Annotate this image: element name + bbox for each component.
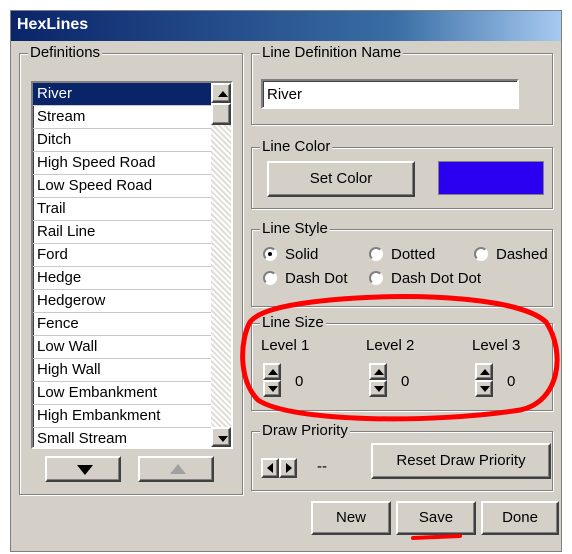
radio-circle <box>263 247 277 261</box>
list-item[interactable]: Fence <box>33 313 211 336</box>
list-item[interactable]: Trail <box>33 198 211 221</box>
level-2-label: Level 2 <box>366 337 415 354</box>
arrow-up-icon <box>374 369 384 375</box>
arrow-up-icon <box>218 91 228 97</box>
scroll-up-button[interactable] <box>211 83 231 103</box>
done-button[interactable]: Done <box>481 501 559 535</box>
level-1-value: 0 <box>295 373 304 390</box>
style-dotted-label: Dotted <box>391 246 436 263</box>
style-dashdotdot-label: Dash Dot Dot <box>391 270 482 287</box>
list-item[interactable]: Hedgerow <box>33 290 211 313</box>
list-item[interactable]: High Speed Road <box>33 152 211 175</box>
priority-legend: Draw Priority <box>260 422 350 440</box>
list-item[interactable]: Low Wall <box>33 336 211 359</box>
spin-down-button[interactable] <box>263 380 281 397</box>
triangle-down-icon <box>77 465 93 475</box>
radio-circle <box>474 247 488 261</box>
list-item[interactable]: Stream <box>33 106 211 129</box>
arrow-down-icon <box>268 386 278 392</box>
name-legend: Line Definition Name <box>260 44 404 62</box>
level-3-label: Level 3 <box>472 337 521 354</box>
arrow-up-icon <box>480 369 490 375</box>
color-legend: Line Color <box>260 138 333 156</box>
level-1-spinner[interactable] <box>263 363 281 397</box>
arrow-right-icon <box>286 463 292 473</box>
definitions-list[interactable]: River Stream Ditch High Speed Road Low Speed… <box>31 81 233 449</box>
size-legend: Line Size <box>260 314 326 332</box>
spin-up-button[interactable] <box>369 363 387 380</box>
radio-circle <box>369 247 383 261</box>
list-item[interactable]: Low Embankment <box>33 382 211 405</box>
reset-draw-priority-button[interactable]: Reset Draw Priority <box>371 443 551 479</box>
new-label: New <box>335 509 366 526</box>
title-bar[interactable]: HexLines <box>11 11 561 41</box>
save-button[interactable]: Save <box>396 501 476 535</box>
spin-down-button[interactable] <box>369 380 387 397</box>
definitions-list-items: River Stream Ditch High Speed Road Low Speed… <box>33 83 211 447</box>
list-item[interactable]: Hedge <box>33 267 211 290</box>
arrow-down-icon <box>480 386 490 392</box>
priority-right-button[interactable] <box>279 458 297 478</box>
list-item[interactable]: High Wall <box>33 359 211 382</box>
move-down-button[interactable] <box>45 456 121 482</box>
hexlines-window: HexLines Definitions River Stream Ditch Hig… <box>10 10 562 552</box>
scroll-down-button[interactable] <box>211 427 231 447</box>
spin-up-button[interactable] <box>475 363 493 380</box>
reset-draw-priority-label: Reset Draw Priority <box>396 452 526 469</box>
arrow-left-icon <box>267 463 273 473</box>
arrow-down-icon <box>374 386 384 392</box>
level-2-spinner[interactable] <box>369 363 387 397</box>
list-item[interactable]: High Embankment <box>33 405 211 428</box>
list-scrollbar[interactable] <box>211 83 231 447</box>
save-label: Save <box>418 509 454 526</box>
style-dashdot-label: Dash Dot <box>285 270 348 287</box>
move-up-button[interactable] <box>138 456 214 482</box>
done-label: Done <box>502 509 538 526</box>
priority-value: -- <box>317 458 327 475</box>
list-item[interactable]: Low Speed Road <box>33 175 211 198</box>
level-1-label: Level 1 <box>261 337 310 354</box>
list-item[interactable]: Small Stream <box>33 428 211 447</box>
style-group: Line Style <box>251 220 553 307</box>
line-name-input[interactable] <box>261 79 519 109</box>
spin-up-button[interactable] <box>263 363 281 380</box>
window-title: HexLines <box>17 16 89 33</box>
scroll-thumb[interactable] <box>211 103 231 125</box>
style-dashed-label: Dashed <box>496 246 548 263</box>
color-swatch <box>438 161 544 195</box>
level-3-value: 0 <box>507 373 516 390</box>
list-item[interactable]: Rail Line <box>33 221 211 244</box>
set-color-label: Set Color <box>309 170 373 187</box>
priority-left-button[interactable] <box>261 458 279 478</box>
arrow-up-icon <box>268 369 278 375</box>
list-item[interactable]: Ditch <box>33 129 211 152</box>
list-item[interactable]: Ford <box>33 244 211 267</box>
arrow-down-icon <box>218 436 228 442</box>
new-button[interactable]: New <box>311 501 391 535</box>
definitions-legend: Definitions <box>28 44 103 62</box>
set-color-button[interactable]: Set Color <box>267 161 415 197</box>
style-solid-label: Solid <box>285 246 319 263</box>
radio-circle <box>369 271 383 285</box>
level-3-spinner[interactable] <box>475 363 493 397</box>
spin-down-button[interactable] <box>475 380 493 397</box>
level-2-value: 0 <box>401 373 410 390</box>
triangle-up-icon <box>170 464 186 474</box>
style-legend: Line Style <box>260 220 330 238</box>
list-item[interactable]: River <box>33 83 211 106</box>
radio-circle <box>263 271 277 285</box>
